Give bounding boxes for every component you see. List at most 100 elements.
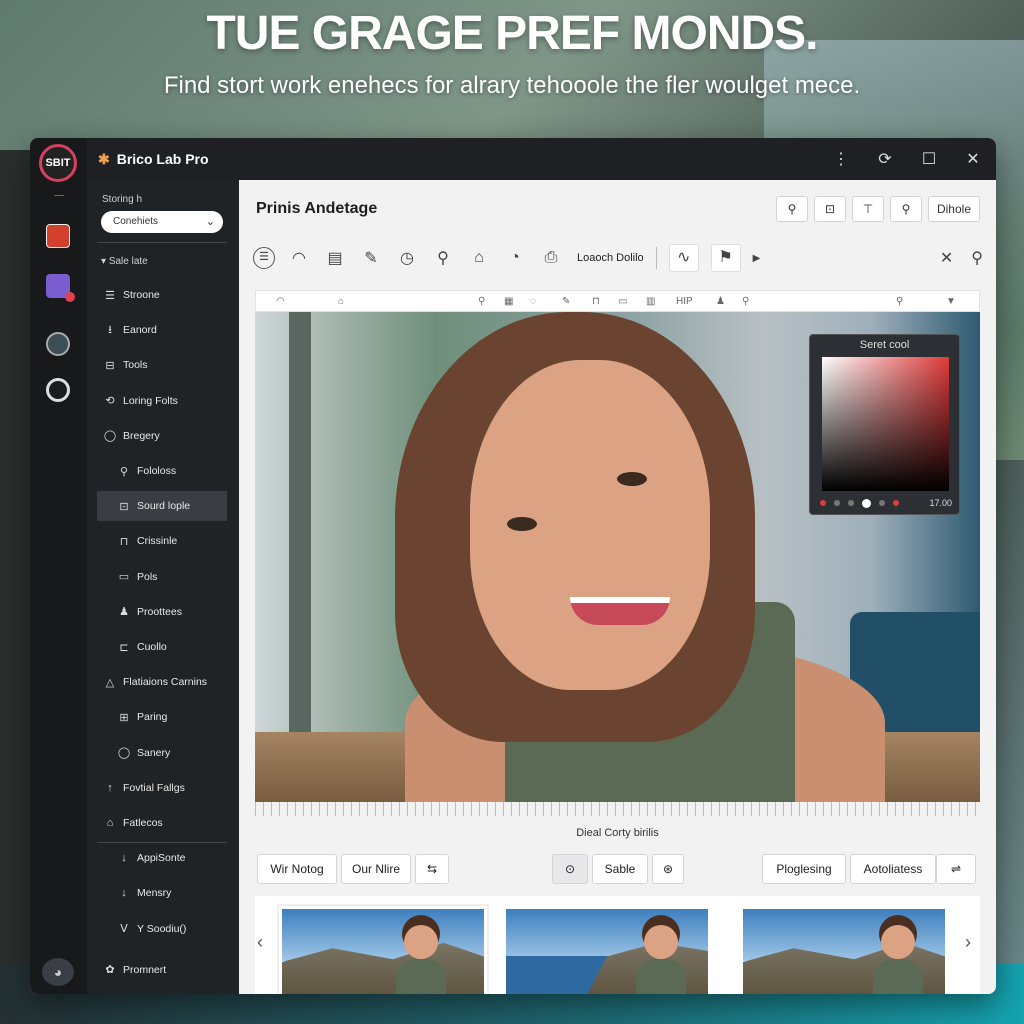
sidebar-divider-2 (97, 842, 227, 843)
sable-button[interactable]: Sable (592, 854, 648, 884)
sidebar-section-title[interactable]: ▾ Sale late (101, 256, 148, 267)
zoom-button[interactable]: ⚲ (889, 196, 922, 222)
search-icon[interactable]: ⚲ (431, 248, 455, 268)
chat-small-icon[interactable]: ◌ (530, 296, 536, 307)
list-icon[interactable]: ☰ (253, 247, 275, 269)
sidebar-item[interactable]: ⊞ Paring (97, 702, 227, 732)
sort-label: Storing h (102, 194, 143, 205)
chevron-right-icon[interactable]: › (965, 932, 971, 953)
grid-small-icon-2[interactable]: ▥ (646, 296, 655, 307)
wifi-small-icon[interactable]: ◠ (276, 296, 285, 307)
sidebar-item[interactable]: ⊡ Sourd lople (97, 491, 227, 522)
sidebar-item-icon: ⭳ (108, 323, 112, 336)
red-app-icon[interactable] (46, 224, 70, 248)
sidebar-item[interactable]: ⊓ Crissinle (97, 526, 227, 556)
transfer-button[interactable]: ⇌ (936, 854, 976, 884)
close-button[interactable]: ✕ (962, 149, 984, 169)
swatch-6[interactable] (893, 500, 899, 506)
thumbnail-1[interactable] (279, 906, 487, 994)
color-gradient-field[interactable] (822, 357, 949, 491)
ruler-hip-label[interactable]: HIP (676, 296, 693, 307)
settings-button[interactable]: ⊛ (652, 854, 684, 884)
swap-button[interactable]: ⇆ (415, 854, 449, 884)
sidebar-item[interactable]: ⟲ Loring Folts (97, 386, 227, 416)
pin-small-icon[interactable]: ▼ (946, 296, 956, 307)
hero-subline: Find stort work enehecs for alrary tehoo… (163, 72, 861, 99)
lock-small-icon[interactable]: ⊓ (592, 296, 600, 307)
more-icon[interactable]: ⋮ (830, 149, 852, 169)
sidebar-item-label: Sourd lople (137, 500, 191, 513)
search-button[interactable]: ⚲ (775, 196, 808, 222)
clock-icon[interactable]: ◷ (395, 248, 419, 268)
load-label[interactable]: Loaoch Dolilo (577, 252, 644, 264)
profile-icon[interactable]: ◕ (42, 958, 74, 986)
grid-small-icon[interactable]: ▦ (504, 296, 513, 307)
swatch-2[interactable] (834, 500, 840, 506)
person-small-icon[interactable]: ♟ (716, 296, 725, 307)
red-swatch[interactable] (820, 500, 826, 506)
tablet-small-icon[interactable]: ▭ (618, 296, 627, 307)
toolbar-separator (655, 247, 657, 269)
sidebar-item-label: Pols (137, 570, 158, 583)
search-small-icon[interactable]: ⚲ (478, 296, 485, 307)
tool-toolbar: ☰ ◠ ▤ ✎ ◷ ⚲ ⌂ ◔ ⎙ Loaoch Dolilo ∿ ⚑ ▶ ✕ … (253, 240, 983, 276)
thumbnail-3[interactable] (740, 906, 948, 994)
sidebar-item[interactable]: ↓ Mensry (97, 878, 227, 908)
maximize-button[interactable]: ☐ (918, 149, 940, 169)
aotoliatess-button[interactable]: Aotoliatess (850, 854, 936, 884)
sort-select[interactable]: Conehiets ⌄ (101, 211, 223, 233)
app-logo[interactable]: SBIT (39, 144, 77, 182)
wifi-icon[interactable]: ◠ (287, 248, 311, 268)
stamp-icon[interactable]: ⚑ (710, 244, 741, 272)
home-icon[interactable]: ⌂ (467, 249, 491, 267)
document-icon[interactable]: ▤ (323, 248, 347, 268)
refresh-icon[interactable]: ⟳ (874, 149, 896, 169)
sidebar-item[interactable]: ↓ AppiSonte (97, 843, 227, 873)
tag-small-icon[interactable]: ⌂ (338, 296, 344, 307)
pencil-icon[interactable]: ✎ (359, 248, 383, 268)
purple-app-icon[interactable] (46, 274, 75, 302)
swatch-3[interactable] (848, 500, 854, 506)
sidebar-item[interactable]: ⚲ Fololoss (97, 456, 227, 486)
sidebar-item[interactable]: ✿ Promnert (97, 955, 227, 985)
sidebar-divider (97, 242, 227, 243)
target-button[interactable]: ⊙ (552, 854, 588, 884)
circle-icon[interactable] (46, 378, 70, 402)
sidebar-item[interactable]: ⊏ Cuollo (97, 632, 227, 662)
sidebar-item[interactable]: ⌂ Fatlecos (97, 808, 227, 838)
close-icon[interactable]: ✕ (940, 248, 953, 268)
play-icon[interactable]: ▶ (753, 253, 761, 264)
text-button[interactable]: ⊤ (851, 196, 884, 222)
our-nlire-button[interactable]: Our Nlire (341, 854, 411, 884)
sidebar-item[interactable]: ⊟ Tools (97, 350, 227, 380)
bulb-small-icon[interactable]: ⚲ (742, 296, 749, 307)
sidebar-item[interactable]: ▭ Pols (97, 562, 227, 592)
frame-button[interactable]: ⊡ (813, 196, 846, 222)
sidebar-item[interactable]: ◯ Bregery (97, 421, 227, 451)
sidebar-item-label: AppiSonte (137, 852, 186, 865)
sidebar-item[interactable]: ↑ Fovtial Fallgs (97, 773, 227, 803)
timeline-ruler[interactable] (255, 802, 980, 816)
sidebar-item[interactable]: △ Flatiaions Carnins (97, 667, 227, 697)
thumbnail-2[interactable] (503, 906, 711, 994)
sidebar-item[interactable]: ⭳ Eanord (97, 315, 227, 345)
sidebar-item[interactable]: ◯ Sanery (97, 738, 227, 768)
ploglesing-button[interactable]: Ploglesing (762, 854, 846, 884)
waveform-icon[interactable]: ∿ (668, 244, 699, 272)
printer-icon[interactable]: ⎙ (539, 249, 563, 267)
sidebar-item[interactable]: Ⅴ Y Soodiu() (97, 914, 227, 944)
brush-small-icon[interactable]: ✎ (562, 296, 570, 307)
dihole-button[interactable]: Dihole (927, 196, 980, 222)
sidebar-item[interactable]: ♟ Proottees (97, 597, 227, 627)
swatch-5[interactable] (879, 500, 885, 506)
chevron-left-icon[interactable]: ‹ (257, 932, 263, 953)
hue-handle[interactable] (862, 498, 871, 508)
sidebar-item[interactable]: ☰ Stroone (97, 280, 227, 310)
globe-icon[interactable] (46, 332, 70, 356)
zoom-small-icon[interactable]: ⚲ (896, 296, 903, 307)
timer-icon[interactable]: ◔ (503, 249, 527, 267)
apple-icon[interactable] (46, 428, 70, 452)
location-pin-icon[interactable]: ⚲ (971, 248, 983, 268)
color-picker[interactable]: Seret cool 17.00 (809, 334, 960, 515)
wir-notog-button[interactable]: Wir Notog (257, 854, 337, 884)
